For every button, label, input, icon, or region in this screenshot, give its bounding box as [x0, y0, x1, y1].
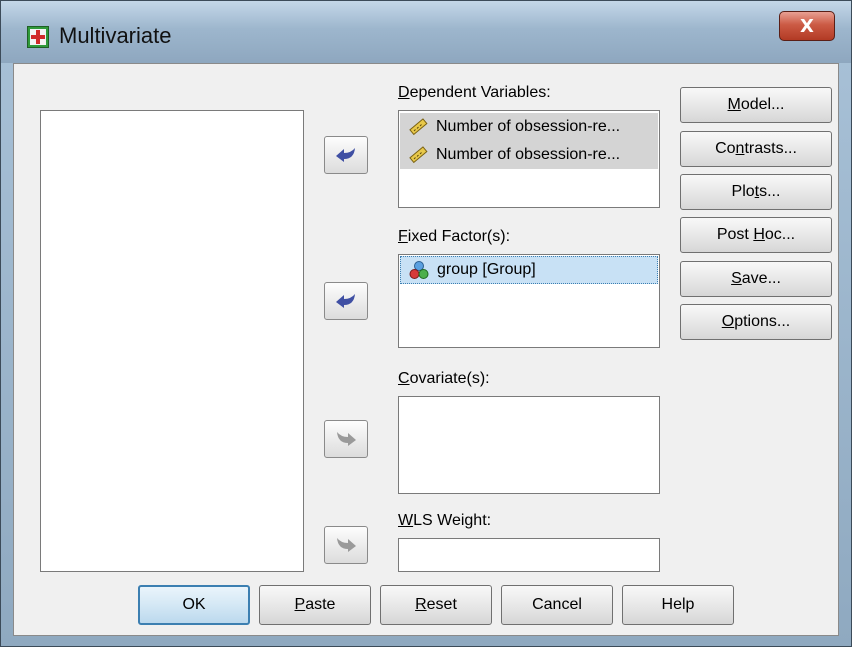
- dialog-body: Dependent Variables: Number of obsession…: [13, 63, 839, 636]
- help-button[interactable]: Help: [622, 585, 734, 625]
- multivariate-dialog: Multivariate X Dependent Variables: Numb…: [0, 0, 852, 647]
- list-item[interactable]: Number of obsession-re...: [400, 141, 658, 169]
- wls-weight-field[interactable]: [398, 538, 660, 572]
- title-bar[interactable]: Multivariate X: [1, 1, 851, 63]
- window-title: Multivariate: [59, 23, 172, 48]
- source-variable-list[interactable]: [40, 110, 304, 572]
- move-to-wls-weight-button[interactable]: [324, 526, 368, 564]
- plots-button[interactable]: Plo t s...: [680, 174, 832, 210]
- spss-dialog-icon: [27, 26, 49, 48]
- ok-button[interactable]: OK: [138, 585, 250, 625]
- close-icon: X: [800, 15, 814, 37]
- list-item[interactable]: Number of obsession-re...: [400, 113, 658, 141]
- cancel-button[interactable]: Cancel: [501, 585, 613, 625]
- move-to-fixed-factor-button[interactable]: [324, 282, 368, 320]
- scale-variable-icon: [409, 118, 428, 136]
- reset-button[interactable]: Reset: [380, 585, 492, 625]
- arrow-right-icon: [337, 432, 356, 446]
- arrow-right-icon: [337, 538, 356, 552]
- list-item[interactable]: group [Group]: [400, 256, 658, 284]
- contrasts-button[interactable]: Co n trasts...: [680, 131, 832, 167]
- nominal-variable-icon: [409, 261, 429, 279]
- covariates-list[interactable]: [398, 396, 660, 494]
- arrow-left-icon: [336, 294, 355, 308]
- fixed-factor-name: group [Group]: [437, 261, 536, 278]
- fixed-factors-list[interactable]: group [Group]: [398, 254, 660, 348]
- close-button[interactable]: X: [779, 11, 835, 41]
- arrow-left-icon: [336, 148, 355, 162]
- covariates-label: Covariate(s):: [398, 370, 490, 387]
- move-to-dependent-button[interactable]: [324, 136, 368, 174]
- wls-weight-label: WLS Weight:: [398, 512, 492, 529]
- save-button[interactable]: Save...: [680, 261, 832, 297]
- scale-variable-icon: [409, 146, 428, 164]
- dependent-variable-name: Number of obsession-re...: [436, 146, 621, 163]
- move-to-covariate-button[interactable]: [324, 420, 368, 458]
- dependent-variable-name: Number of obsession-re...: [436, 118, 621, 135]
- options-button[interactable]: Options...: [680, 304, 832, 340]
- dependent-variables-list[interactable]: Number of obsession-re... Number of obse…: [398, 110, 660, 208]
- paste-button[interactable]: Paste: [259, 585, 371, 625]
- dependent-variables-label: Dependent Variables:: [398, 84, 551, 101]
- fixed-factors-label: Fixed Factor(s):: [398, 228, 511, 245]
- model-button[interactable]: Model...: [680, 87, 832, 123]
- post-hoc-button[interactable]: Post Hoc...: [680, 217, 832, 253]
